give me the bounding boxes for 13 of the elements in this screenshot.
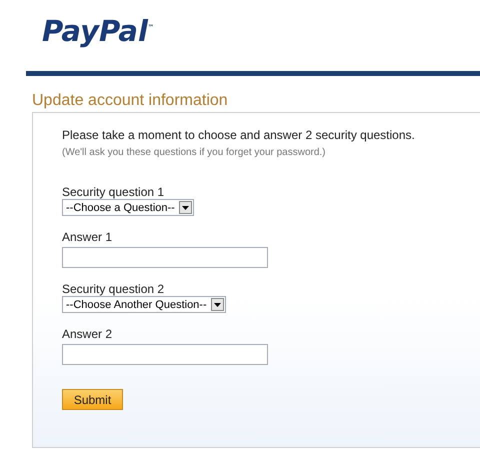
answer-field[interactable] xyxy=(62,344,268,365)
field-label: Security question 2 xyxy=(62,282,164,296)
field-label: Answer 2 xyxy=(62,327,112,341)
page-heading: Update account information xyxy=(32,91,229,110)
note-text: (We'll ask you these questions if you forget your password.) xyxy=(62,146,327,159)
intro-text: Please take a moment to choose and answer 2 security questions. xyxy=(62,128,416,143)
field-label: Security question 1 xyxy=(62,185,164,199)
submit-button[interactable]: Submit xyxy=(62,389,123,410)
question-dropdown[interactable]: --Choose a Question-- xyxy=(62,199,194,216)
field-label: Answer 1 xyxy=(62,230,112,244)
paypal-logo: PayPal$^{™}$ xyxy=(41,13,155,50)
answer-field[interactable] xyxy=(62,247,268,268)
question-dropdown[interactable]: --Choose Another Question-- xyxy=(62,296,226,313)
